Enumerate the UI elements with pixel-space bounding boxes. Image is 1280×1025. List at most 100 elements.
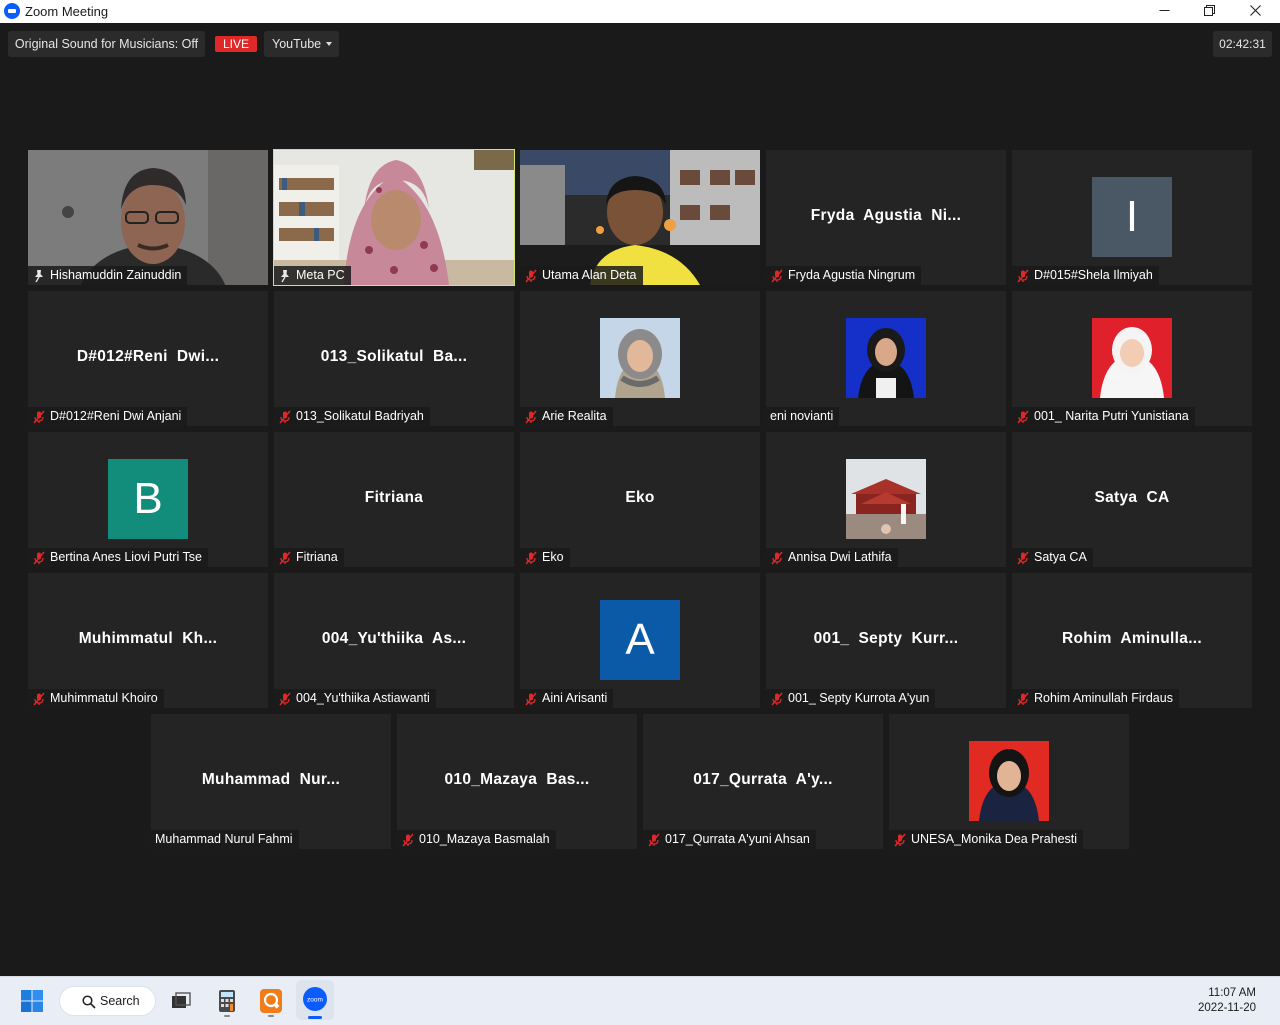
original-sound-button[interactable]: Original Sound for Musicians: Off	[8, 31, 205, 57]
caret-down-icon	[326, 42, 332, 46]
participant-display-name: Fitriana	[364, 489, 424, 506]
participant-name-tag: Fryda Agustia Ningrum	[766, 266, 922, 285]
clock-date: 2022-11-20	[1198, 1002, 1256, 1014]
participant-name-tag: Rohim Aminullah Firdaus	[1012, 689, 1179, 708]
participant-name-tag: Muhimmatul Khoiro	[28, 689, 164, 708]
mic-muted-icon	[278, 410, 292, 424]
initial-avatar: A	[600, 600, 680, 680]
participant-tile[interactable]: Utama Alan Deta	[520, 150, 760, 285]
participant-tile[interactable]: Eko Eko	[520, 432, 760, 567]
participant-tile[interactable]: eni novianti	[766, 291, 1006, 426]
minimize-button[interactable]	[1141, 0, 1187, 23]
participant-name-tag: Meta PC	[274, 266, 351, 285]
participant-name: Muhammad Nurul Fahmi	[155, 832, 293, 846]
participant-name-tag: Eko	[520, 548, 570, 567]
participant-name: 001_ Septy Kurrota A'yun	[788, 691, 930, 705]
participant-tile[interactable]: Fitriana Fitriana	[274, 432, 514, 567]
participant-tile[interactable]: I D#015#Shela Ilmiyah	[1012, 150, 1252, 285]
mic-muted-icon	[1016, 410, 1030, 424]
participant-name-tag: Annisa Dwi Lathifa	[766, 548, 898, 567]
participant-name: D#015#Shela Ilmiyah	[1034, 268, 1153, 282]
taskbar-clock[interactable]: 11:07 AM 2022-11-20	[1198, 986, 1256, 1016]
participant-tile[interactable]: Satya CA Satya CA	[1012, 432, 1252, 567]
close-icon	[1249, 5, 1261, 16]
zoom-taskbar-button[interactable]: zoom	[296, 980, 334, 1020]
participant-display-name: Muhimmatul Kh...	[78, 630, 218, 647]
participant-tile[interactable]: Meta PC	[273, 149, 515, 286]
participant-tile[interactable]: 013_Solikatul Ba... 013_Solikatul Badriya…	[274, 291, 514, 426]
participant-display-name: 001_ Septy Kurr...	[813, 630, 959, 647]
participant-name: UNESA_Monika Dea Prahesti	[911, 832, 1078, 846]
participant-name: Meta PC	[296, 268, 345, 282]
participant-display-name: 017_Qurrata A'y...	[693, 771, 833, 788]
participant-display-name: Rohim Aminulla...	[1061, 630, 1203, 647]
minimize-icon	[1159, 10, 1169, 11]
window-title: Zoom Meeting	[25, 4, 109, 19]
mic-muted-icon	[647, 833, 661, 847]
task-view-icon[interactable]	[165, 985, 197, 1017]
youtube-dropdown[interactable]: YouTube	[264, 31, 339, 57]
profile-photo	[969, 741, 1049, 821]
mic-muted-icon	[524, 410, 538, 424]
participant-video	[520, 150, 760, 285]
participant-name-tag: 001_ Septy Kurrota A'yun	[766, 689, 936, 708]
pin-icon	[32, 269, 46, 283]
mic-muted-icon	[1016, 692, 1030, 706]
title-bar: Zoom Meeting	[0, 0, 1280, 23]
participant-name-tag: Bertina Anes Liovi Putri Tse	[28, 548, 208, 567]
mic-muted-icon	[32, 692, 46, 706]
participant-tile[interactable]: Annisa Dwi Lathifa	[766, 432, 1006, 567]
participant-name: eni novianti	[770, 409, 834, 423]
pin-icon	[278, 269, 292, 283]
participant-name: Arie Realita	[542, 409, 607, 423]
participant-display-name: Eko	[625, 489, 655, 506]
taskbar-search[interactable]: Search	[59, 986, 156, 1016]
participant-name: 010_Mazaya Basmalah	[419, 832, 550, 846]
participant-name: Bertina Anes Liovi Putri Tse	[50, 550, 202, 564]
initial-avatar: I	[1092, 177, 1172, 257]
participant-name-tag: Hishamuddin Zainuddin	[28, 266, 188, 285]
participant-tile[interactable]: 001_ Septy Kurr... 001_ Septy Kurrota A'y…	[766, 573, 1006, 708]
participant-tile[interactable]: 017_Qurrata A'y... 017_Qurrata A'yuni Ahs…	[643, 714, 883, 849]
zoom-icon: zoom	[303, 987, 327, 1011]
participant-name: 001_ Narita Putri Yunistiana	[1034, 409, 1189, 423]
participant-video	[274, 150, 514, 285]
participant-tile[interactable]: Fryda Agustia Ni... Fryda Agustia Ningrum	[766, 150, 1006, 285]
participant-tile[interactable]: D#012#Reni Dwi... D#012#Reni Dwi Anjani	[28, 291, 268, 426]
participant-name-tag: UNESA_Monika Dea Prahesti	[889, 830, 1084, 849]
participant-name: D#012#Reni Dwi Anjani	[50, 409, 182, 423]
participant-tile[interactable]: Muhammad Nur... Muhammad Nurul Fahmi	[151, 714, 391, 849]
mic-muted-icon	[524, 692, 538, 706]
participant-tile[interactable]: 010_Mazaya Bas... 010_Mazaya Basmalah	[397, 714, 637, 849]
participant-name: Utama Alan Deta	[542, 268, 637, 282]
participant-name-tag: D#012#Reni Dwi Anjani	[28, 407, 188, 426]
mic-muted-icon	[32, 410, 46, 424]
participant-name-tag: Fitriana	[274, 548, 344, 567]
participant-display-name: 004_Yu'thiika As...	[321, 630, 467, 647]
mic-muted-icon	[32, 551, 46, 565]
profile-photo	[846, 318, 926, 398]
participant-tile[interactable]: UNESA_Monika Dea Prahesti	[889, 714, 1129, 849]
close-button[interactable]	[1232, 0, 1278, 23]
participant-name: Hishamuddin Zainuddin	[50, 268, 182, 282]
participant-tile[interactable]: Hishamuddin Zainuddin	[28, 150, 268, 285]
participant-tile[interactable]: 004_Yu'thiika As... 004_Yu'thiika Astiawa…	[274, 573, 514, 708]
participant-name: 013_Solikatul Badriyah	[296, 409, 424, 423]
participant-name-tag: D#015#Shela Ilmiyah	[1012, 266, 1159, 285]
windows-start-icon[interactable]	[16, 985, 48, 1017]
participant-tile[interactable]: A Aini Arisanti	[520, 573, 760, 708]
maximize-button[interactable]	[1186, 0, 1232, 23]
participant-name-tag: Utama Alan Deta	[520, 266, 643, 285]
calculator-icon[interactable]	[211, 985, 243, 1017]
live-badge[interactable]: LIVE	[215, 36, 257, 52]
participant-video	[28, 150, 268, 285]
mic-muted-icon	[278, 692, 292, 706]
participant-tile[interactable]: Muhimmatul Kh... Muhimmatul Khoiro	[28, 573, 268, 708]
participant-tile[interactable]: Arie Realita	[520, 291, 760, 426]
participant-tile[interactable]: B Bertina Anes Liovi Putri Tse	[28, 432, 268, 567]
participant-tile[interactable]: Rohim Aminulla... Rohim Aminullah Firdaus	[1012, 573, 1252, 708]
participant-tile[interactable]: 001_ Narita Putri Yunistiana	[1012, 291, 1252, 426]
zoom-logo-icon	[4, 3, 20, 19]
pdf-reader-icon[interactable]	[255, 985, 287, 1017]
participant-display-name: 010_Mazaya Bas...	[444, 771, 590, 788]
